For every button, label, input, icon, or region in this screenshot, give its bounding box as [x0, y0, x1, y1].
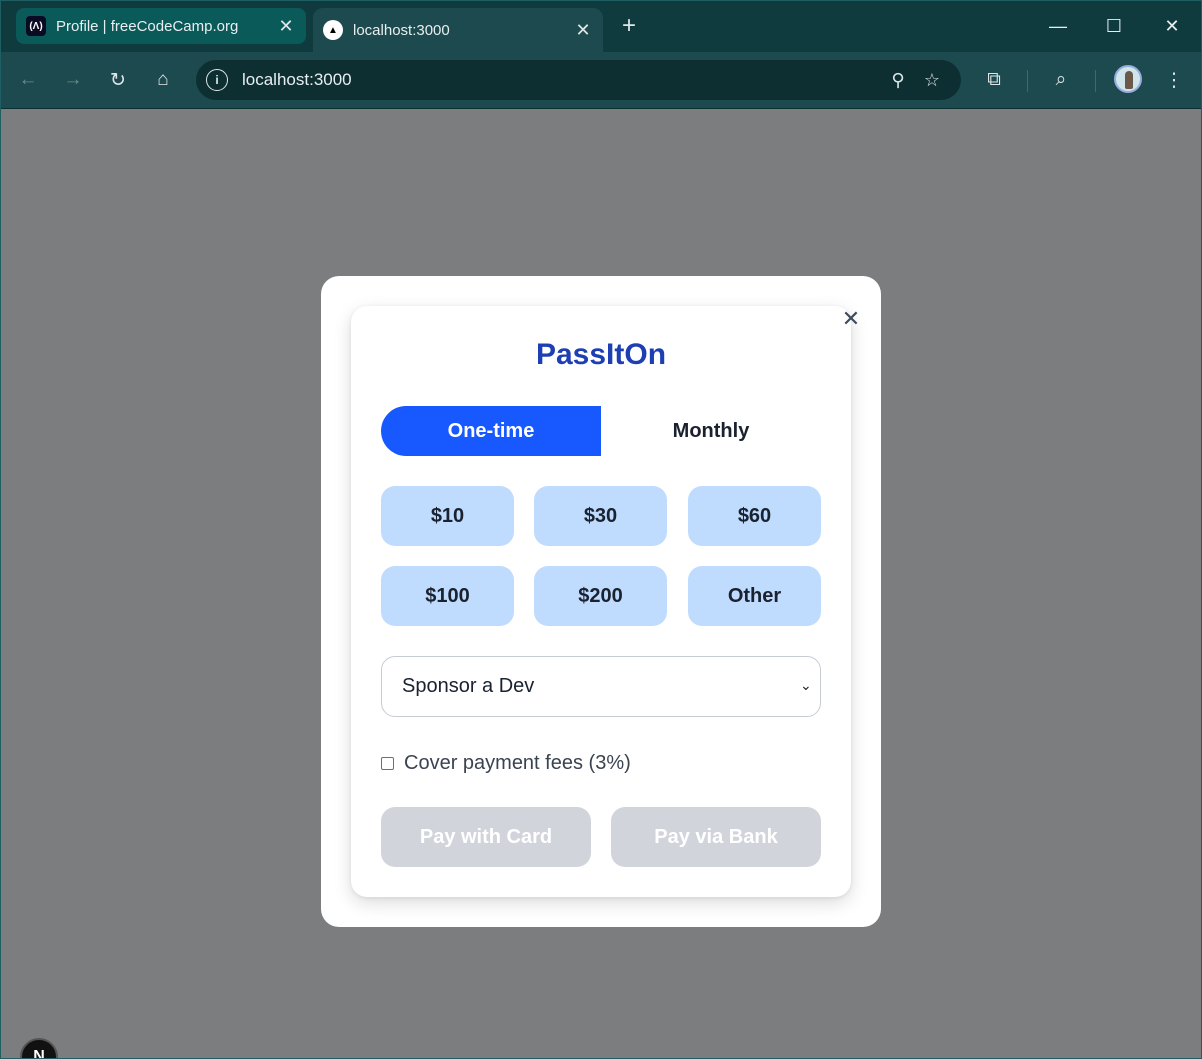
home-icon[interactable]: ⌂ — [147, 64, 179, 96]
minimize-icon[interactable]: ― — [1034, 8, 1082, 44]
maximize-icon[interactable]: ☐ — [1090, 8, 1138, 44]
extensions-icon[interactable]: ⧉ — [978, 64, 1010, 96]
reload-icon[interactable]: ↻ — [102, 64, 134, 96]
vercel-triangle-icon: ▲ — [323, 20, 343, 40]
amount-button-100[interactable]: $100 — [381, 566, 514, 626]
browser-chrome: (Λ) Profile | freeCodeCamp.org ✕ ▲ local… — [0, 0, 1202, 109]
tab-title: Profile | freeCodeCamp.org — [56, 17, 239, 35]
toolbar-divider — [1027, 70, 1028, 92]
cover-fees-checkbox[interactable] — [381, 756, 394, 770]
toolbar-divider — [1095, 70, 1096, 92]
close-tab-icon[interactable]: ✕ — [272, 12, 300, 40]
profile-avatar[interactable] — [1114, 65, 1142, 93]
amount-button-30[interactable]: $30 — [534, 486, 667, 546]
new-tab-button[interactable]: + — [614, 12, 644, 40]
frequency-toggle: One-time Monthly — [381, 406, 821, 456]
bookmark-star-icon[interactable]: ☆ — [915, 63, 949, 97]
amount-button-10[interactable]: $10 — [381, 486, 514, 546]
url-text[interactable]: localhost:3000 — [242, 70, 881, 90]
close-window-icon[interactable]: ✕ — [1148, 8, 1196, 44]
tab-search-icon[interactable]: ⌕ — [1045, 64, 1077, 96]
nextjs-dev-badge[interactable]: N — [20, 1038, 58, 1059]
close-tab-icon[interactable]: ✕ — [569, 16, 597, 44]
tab-freecodecamp-profile[interactable]: (Λ) Profile | freeCodeCamp.org ✕ — [16, 8, 306, 44]
browser-toolbar: ← → ↻ ⌂ i localhost:3000 ⚲ ☆ ⧉ ⌕ ⋮ — [0, 52, 1202, 108]
purpose-select[interactable]: Sponsor a Dev ⌄ — [381, 656, 821, 717]
cover-fees-label[interactable]: Cover payment fees (3%) — [404, 752, 631, 775]
site-info-icon[interactable]: i — [206, 69, 228, 91]
back-icon[interactable]: ← — [12, 64, 44, 96]
tab-title: localhost:3000 — [353, 21, 450, 39]
menu-kebab-icon[interactable]: ⋮ — [1158, 64, 1190, 96]
close-modal-button[interactable]: ✕ — [838, 306, 864, 332]
amount-button-200[interactable]: $200 — [534, 566, 667, 626]
brand-title: PassItOn — [535, 338, 667, 371]
freecodecamp-icon: (Λ) — [26, 16, 46, 36]
amount-button-other[interactable]: Other — [688, 566, 821, 626]
tab-strip: (Λ) Profile | freeCodeCamp.org ✕ ▲ local… — [0, 0, 1202, 52]
pay-via-bank-button[interactable]: Pay via Bank — [611, 807, 821, 867]
monthly-tab[interactable]: Monthly — [601, 406, 821, 456]
one-time-tab[interactable]: One-time — [381, 406, 601, 456]
amount-button-60[interactable]: $60 — [688, 486, 821, 546]
forward-icon[interactable]: → — [57, 64, 89, 96]
pay-with-card-button[interactable]: Pay with Card — [381, 807, 591, 867]
address-bar[interactable]: i localhost:3000 ⚲ ☆ — [196, 60, 961, 100]
cover-fees-row: Cover payment fees (3%) — [381, 749, 631, 777]
chevron-down-icon: ⌄ — [800, 677, 812, 693]
zoom-icon[interactable]: ⚲ — [881, 63, 915, 97]
purpose-select-value: Sponsor a Dev — [402, 675, 535, 697]
tab-localhost[interactable]: ▲ localhost:3000 ✕ — [313, 8, 603, 52]
